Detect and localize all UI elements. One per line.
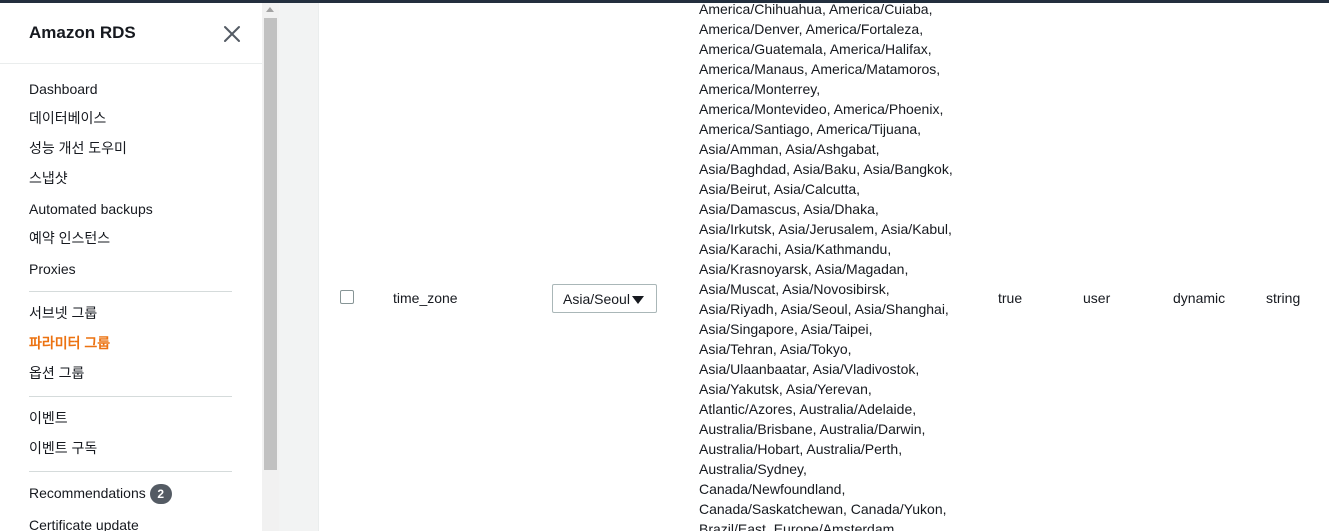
scroll-up-arrow-icon[interactable] xyxy=(266,7,274,12)
sidebar-item-option-groups[interactable]: 옵션 그룹 xyxy=(29,364,84,382)
allowed-value-line: Australia/Sydney, xyxy=(699,461,807,477)
sidebar-item-recommendations[interactable]: Recommendations 2 xyxy=(29,484,172,505)
sidebar-scrollbar[interactable] xyxy=(262,3,279,531)
allowed-value-line: America/Montevideo, America/Phoenix, xyxy=(699,101,944,117)
sidebar-header: Amazon RDS xyxy=(0,3,262,64)
allowed-value-line: America/Manaus, America/Matamoros, xyxy=(699,61,941,77)
close-sidebar-button[interactable] xyxy=(220,22,244,46)
allowed-value-line: America/Chihuahua, America/Cuiaba, xyxy=(699,3,933,17)
allowed-value-line: Australia/Brisbane, Australia/Darwin, xyxy=(699,421,926,437)
sidebar-divider xyxy=(29,396,232,397)
parameter-value-select[interactable]: Asia/Seoul xyxy=(552,284,657,313)
allowed-value-line: America/Denver, America/Fortaleza, xyxy=(699,21,924,37)
allowed-value-line: Asia/Tehran, Asia/Tokyo, xyxy=(699,341,852,357)
source-value: user xyxy=(1083,290,1111,306)
sidebar-item-events[interactable]: 이벤트 xyxy=(29,409,68,427)
allowed-value-line: Australia/Hobart, Australia/Perth, xyxy=(699,441,903,457)
apply-type-value: dynamic xyxy=(1173,290,1226,306)
scrollbar-thumb[interactable] xyxy=(264,18,277,470)
sidebar-title: Amazon RDS xyxy=(29,23,136,42)
allowed-value-line: Asia/Karachi, Asia/Kathmandu, xyxy=(699,241,892,257)
allowed-value-line: Asia/Ulaanbaatar, Asia/Vladivostok, xyxy=(699,361,920,377)
allowed-value-line: America/Monterrey, xyxy=(699,81,821,97)
sidebar-item-automated-backups[interactable]: Automated backups xyxy=(29,200,153,218)
parameter-table: time_zone Asia/Seoul America/Chihuahua, … xyxy=(319,3,1329,531)
parameter-value-selected: Asia/Seoul xyxy=(563,291,630,307)
data-type-value: string xyxy=(1266,290,1301,306)
sidebar-item-snapshots[interactable]: 스냅샷 xyxy=(29,169,68,187)
allowed-value-line: Asia/Baghdad, Asia/Baku, Asia/Bangkok, xyxy=(699,161,953,177)
sidebar-item-performance-insights[interactable]: 성능 개선 도우미 xyxy=(29,139,127,157)
sidebar-item-event-subscriptions[interactable]: 이벤트 구독 xyxy=(29,439,97,457)
allowed-value-line: Asia/Muscat, Asia/Novosibirsk, xyxy=(699,281,890,297)
row-select-checkbox[interactable] xyxy=(340,290,354,304)
parameter-name: time_zone xyxy=(393,290,458,306)
allowed-value-line: Asia/Amman, Asia/Ashgabat, xyxy=(699,141,880,157)
caret-down-icon xyxy=(632,296,644,304)
allowed-value-line: Canada/Saskatchewan, Canada/Yukon, xyxy=(699,501,947,517)
sidebar-item-proxies[interactable]: Proxies xyxy=(29,260,76,278)
sidebar-divider xyxy=(29,471,232,472)
sidebar-item-label: Recommendations xyxy=(29,485,146,501)
sidebar-item-dashboard[interactable]: Dashboard xyxy=(29,80,98,98)
allowed-value-line: Atlantic/Azores, Australia/Adelaide, xyxy=(699,401,917,417)
allowed-value-line: Asia/Krasnoyarsk, Asia/Magadan, xyxy=(699,261,909,277)
sidebar-item-reserved-instances[interactable]: 예약 인스턴스 xyxy=(29,229,110,247)
allowed-values-list: America/Chihuahua, America/Cuiaba, Americ… xyxy=(699,3,979,531)
allowed-value-line: America/Guatemala, America/Halifax, xyxy=(699,41,932,57)
sidebar-item-databases[interactable]: 데이터베이스 xyxy=(29,109,106,127)
content-gutter xyxy=(279,3,319,531)
allowed-value-line: Asia/Yakutsk, Asia/Yerevan, xyxy=(699,381,872,397)
allowed-value-line: Asia/Beirut, Asia/Calcutta, xyxy=(699,181,861,197)
allowed-value-line: Asia/Singapore, Asia/Taipei, xyxy=(699,321,873,337)
sidebar-item-subnet-groups[interactable]: 서브넷 그룹 xyxy=(29,304,97,322)
allowed-value-line: Canada/Newfoundland, xyxy=(699,481,846,497)
allowed-value-line: Asia/Riyadh, Asia/Seoul, Asia/Shanghai, xyxy=(699,301,949,317)
allowed-value-line: Asia/Irkutsk, Asia/Jerusalem, Asia/Kabul… xyxy=(699,221,952,237)
sidebar: Amazon RDS Dashboard 데이터베이스 성능 개선 도우미 스냅… xyxy=(0,3,263,531)
allowed-value-line: Brazil/East, Europe/Amsterdam, xyxy=(699,521,899,531)
sidebar-item-parameter-groups[interactable]: 파라미터 그룹 xyxy=(29,334,110,352)
modifiable-value: true xyxy=(998,290,1023,306)
sidebar-divider xyxy=(29,291,232,292)
recommendations-count-badge: 2 xyxy=(149,484,172,505)
close-icon xyxy=(224,26,240,42)
allowed-value-line: Asia/Damascus, Asia/Dhaka, xyxy=(699,201,879,217)
sidebar-item-certificate-update[interactable]: Certificate update xyxy=(29,516,139,531)
allowed-value-line: America/Santiago, America/Tijuana, xyxy=(699,121,922,137)
